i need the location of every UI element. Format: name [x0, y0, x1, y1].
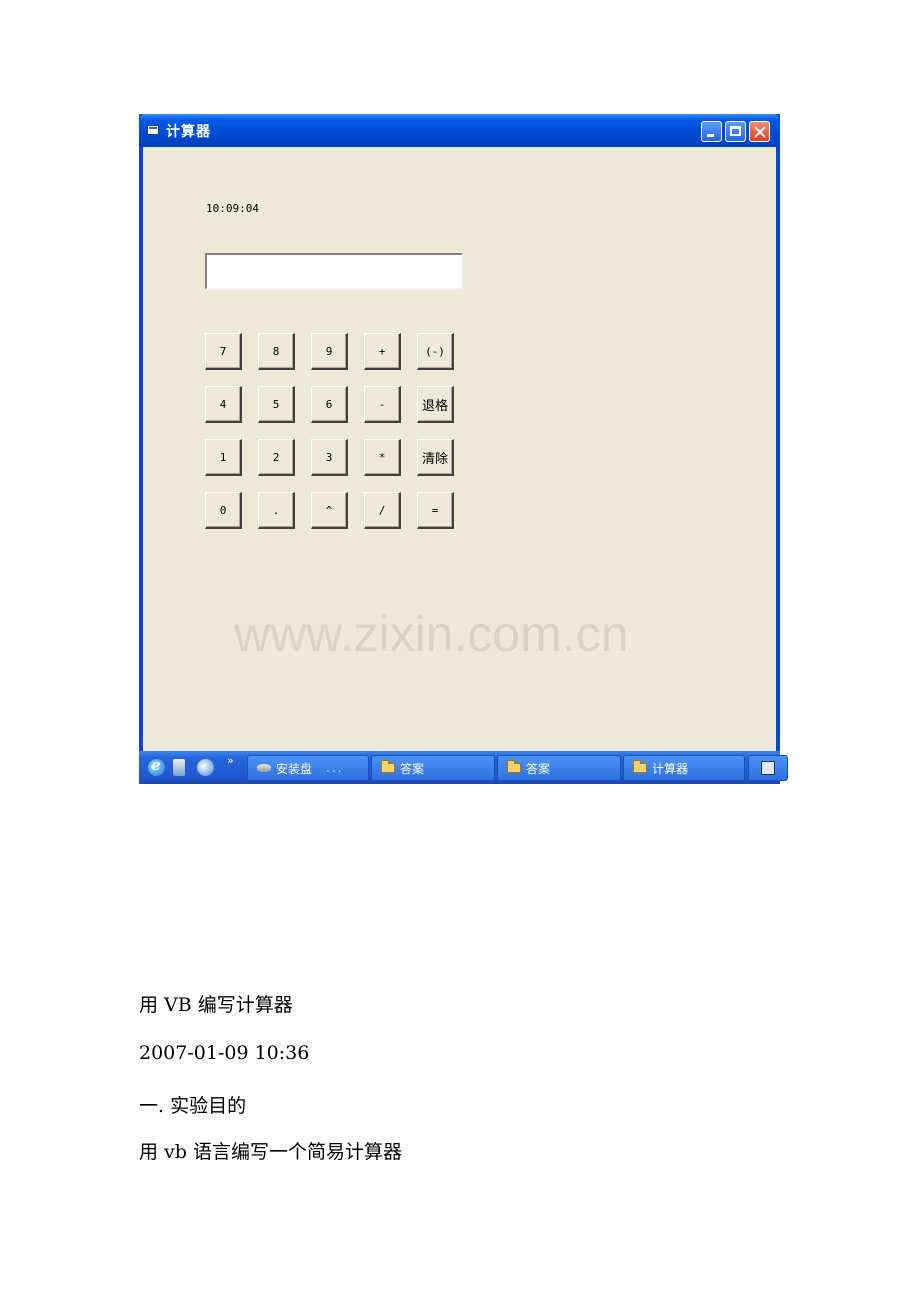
- key-0-button[interactable]: 0: [205, 492, 242, 529]
- calculator-display[interactable]: [205, 253, 463, 290]
- key-divide-button[interactable]: /: [364, 492, 401, 529]
- window-title: 计算器: [166, 124, 211, 140]
- clock-label: 10:09:04: [206, 202, 259, 215]
- title-bar[interactable]: 计算器: [139, 114, 780, 147]
- doc-section-title: 一. 实验目的: [139, 1095, 247, 1117]
- quicklaunch-more-chevron[interactable]: »: [227, 754, 234, 767]
- key-1-button[interactable]: 1: [205, 439, 242, 476]
- taskbar-item-label: 答案: [526, 761, 551, 776]
- key-clear-button[interactable]: 清除: [417, 439, 454, 476]
- key-multiply-button[interactable]: *: [364, 439, 401, 476]
- key-negate-button[interactable]: (-): [417, 333, 454, 370]
- key-9-button[interactable]: 9: [311, 333, 348, 370]
- key-5-button[interactable]: 5: [258, 386, 295, 423]
- close-button[interactable]: [749, 121, 770, 142]
- key-plus-button[interactable]: +: [364, 333, 401, 370]
- key-6-button[interactable]: 6: [311, 386, 348, 423]
- folder-icon: [507, 760, 521, 773]
- key-3-button[interactable]: 3: [311, 439, 348, 476]
- app-icon: [761, 761, 775, 775]
- app-window-icon[interactable]: [147, 125, 159, 135]
- taskbar: » 安装盘 ... 答案 答案 计算器: [139, 751, 788, 784]
- key-8-button[interactable]: 8: [258, 333, 295, 370]
- watermark: www.zixin.com.cn: [234, 606, 629, 662]
- taskbar-item-label: 答案: [400, 761, 425, 776]
- key-4-button[interactable]: 4: [205, 386, 242, 423]
- taskbar-item-answers-1[interactable]: 答案: [371, 755, 495, 781]
- disk-icon: [257, 764, 271, 772]
- taskbar-item-answers-2[interactable]: 答案: [497, 755, 621, 781]
- media-player-icon[interactable]: [197, 759, 214, 776]
- key-minus-button[interactable]: -: [364, 386, 401, 423]
- minimize-button[interactable]: [701, 121, 722, 142]
- folder-icon: [381, 760, 395, 773]
- key-2-button[interactable]: 2: [258, 439, 295, 476]
- key-backspace-button[interactable]: 退格: [417, 386, 454, 423]
- doc-body-text: 用 vb 语言编写一个简易计算器: [139, 1141, 402, 1163]
- doc-date: 2007-01-09 10:36: [139, 1042, 310, 1064]
- taskbar-item-calculator[interactable]: 计算器: [623, 755, 745, 781]
- calculator-window: 计算器 10:09:04 7 8 9 + (-) 4 5 6- 退格 1 2 3 * 清除 0. ^ / = ww…: [139, 114, 788, 784]
- key-power-button[interactable]: ^: [311, 492, 348, 529]
- doc-heading: 用 VB 编写计算器: [139, 994, 293, 1016]
- show-desktop-icon[interactable]: [173, 759, 185, 776]
- key-7-button[interactable]: 7: [205, 333, 242, 370]
- taskbar-item-label: 安装盘: [276, 761, 313, 776]
- calculator-client-area: 10:09:04 7 8 9 + (-) 4 5 6- 退格 1 2 3 * 清除 0. ^ / = www.zi…: [143, 147, 776, 751]
- taskbar-item-app[interactable]: [748, 755, 788, 781]
- taskbar-item-install-disk[interactable]: 安装盘 ...: [247, 755, 369, 781]
- key-equals-button[interactable]: =: [417, 492, 454, 529]
- internet-explorer-icon[interactable]: [148, 756, 165, 776]
- key-decimal-button[interactable]: .: [258, 492, 295, 529]
- taskbar-item-label: 计算器: [652, 761, 689, 776]
- folder-icon: [633, 760, 647, 773]
- maximize-button[interactable]: [725, 121, 746, 142]
- taskbar-item-ellipsis: ...: [326, 761, 344, 775]
